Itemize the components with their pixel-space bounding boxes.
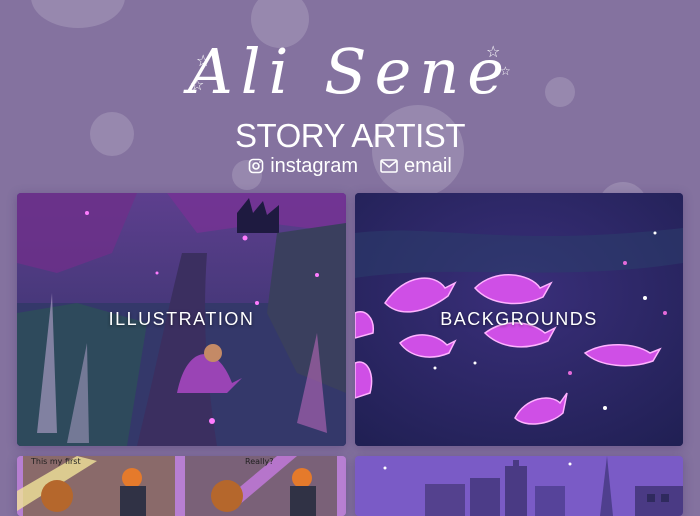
page-subtitle: STORY ARTIST <box>235 117 465 154</box>
envelope-icon <box>380 159 398 173</box>
gallery-card-city[interactable] <box>355 456 683 516</box>
card-label-city <box>355 456 683 516</box>
email-link[interactable]: email <box>380 152 452 180</box>
card-label-illustration: ILLUSTRATION <box>108 309 255 329</box>
email-link-label: email <box>404 155 452 177</box>
instagram-link-label: instagram <box>270 155 358 177</box>
instagram-link[interactable]: instagram <box>248 152 358 180</box>
artist-name-logo: Ali Sene <box>188 35 512 108</box>
social-links: instagram email <box>0 152 700 180</box>
site-header: ☆ ☆ ☆ ☆ Ali Sene STORY ARTIST instagram … <box>0 0 700 190</box>
gallery-card-illustration[interactable]: ILLUSTRATION <box>17 193 346 446</box>
gallery-card-comic[interactable]: This my first Really? <box>17 456 346 516</box>
card-label-backgrounds: BACKGROUNDS <box>440 309 598 329</box>
instagram-icon <box>248 158 264 174</box>
gallery-card-backgrounds[interactable]: BACKGROUNDS <box>355 193 683 446</box>
card-label-comic <box>17 456 346 516</box>
